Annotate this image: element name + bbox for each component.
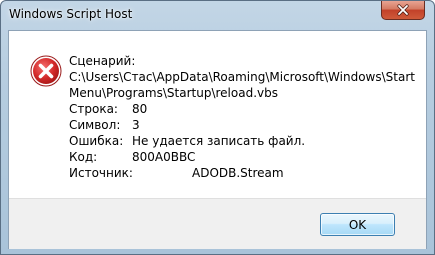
field-value: 800A0BBC xyxy=(132,150,196,164)
error-message: Сценарий: C:\Users\Стас\AppData\Roaming\… xyxy=(69,53,424,181)
field-value: 3 xyxy=(132,118,140,132)
field-label: Код: xyxy=(69,150,98,164)
title-bar[interactable]: Windows Script Host xyxy=(1,1,434,29)
script-path-line1: C:\Users\Стас\AppData\Roaming\Microsoft\… xyxy=(69,70,415,84)
field-label: Источник: xyxy=(69,166,133,180)
field-code: Код: 800A0BBC xyxy=(69,149,424,165)
window-title: Windows Script Host xyxy=(9,7,133,21)
field-source: Источник: ADODB.Stream xyxy=(69,165,424,181)
field-value: ADODB.Stream xyxy=(192,166,284,180)
error-icon xyxy=(30,55,62,87)
ok-button[interactable]: OK xyxy=(320,213,395,236)
script-label: Сценарий: xyxy=(69,54,136,68)
field-label: Строка: xyxy=(69,102,118,116)
field-error: Ошибка: Не удается записать файл. xyxy=(69,133,424,149)
script-path-line2: Menu\Programs\Startup\reload.vbs xyxy=(69,86,278,100)
field-value: Не удается записать файл. xyxy=(132,134,306,148)
dialog-window: Windows Script Host Сценарий: C:\Users\С… xyxy=(0,0,435,255)
close-button[interactable] xyxy=(381,1,425,20)
field-symbol: Символ: 3 xyxy=(69,117,424,133)
field-label: Ошибка: xyxy=(69,134,124,148)
field-line: Строка: 80 xyxy=(69,101,424,117)
field-label: Символ: xyxy=(69,118,121,132)
dialog-client-area: Сценарий: C:\Users\Стас\AppData\Roaming\… xyxy=(8,30,427,249)
message-area: Сценарий: C:\Users\Стас\AppData\Roaming\… xyxy=(9,31,426,198)
field-value: 80 xyxy=(132,102,148,116)
close-icon xyxy=(397,4,409,16)
button-bar: OK xyxy=(9,198,426,249)
